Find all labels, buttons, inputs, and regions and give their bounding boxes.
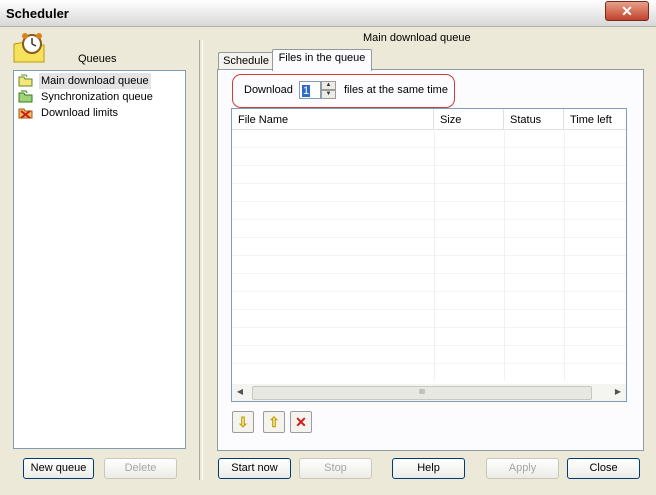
table-column-line: [434, 129, 435, 381]
window-title: Scheduler: [6, 6, 69, 21]
delete-button[interactable]: Delete: [104, 458, 177, 479]
tab-files-in-queue[interactable]: Files in the queue: [272, 49, 372, 71]
scrollbar-thumb[interactable]: III: [252, 386, 592, 400]
queue-item-label: Main download queue: [39, 73, 151, 89]
start-now-button[interactable]: Start now: [218, 458, 291, 479]
concurrent-downloads-group: Download 1 ▲ ▼ files at the same time: [232, 74, 455, 108]
move-up-button[interactable]: ⇧: [263, 411, 285, 433]
scroll-left-arrow-icon[interactable]: ◀: [235, 387, 245, 396]
download-suffix-label: files at the same time: [344, 84, 448, 96]
table-gridline: [232, 363, 626, 364]
table-gridline: [232, 309, 626, 310]
table-gridline: [232, 273, 626, 274]
column-header-size[interactable]: Size: [434, 109, 504, 129]
table-gridline: [232, 183, 626, 184]
queue-heading: Main download queue: [363, 32, 471, 44]
move-down-icon: ⇩: [237, 414, 249, 430]
scheduler-window: Scheduler ✕ Queues Main download queue S…: [0, 0, 656, 495]
scroll-right-arrow-icon[interactable]: ▶: [613, 387, 623, 396]
spin-down-button[interactable]: ▼: [321, 90, 336, 99]
table-header: File Name Size Status Time left: [232, 109, 626, 130]
remove-icon: ✕: [295, 414, 307, 430]
table-gridline: [232, 327, 626, 328]
table-gridline: [232, 237, 626, 238]
stop-button[interactable]: Stop: [299, 458, 372, 479]
download-prefix-label: Download: [244, 84, 293, 96]
download-limits-icon: [18, 108, 33, 119]
concurrent-downloads-value: 1: [302, 85, 311, 97]
queue-item-label: Download limits: [41, 107, 119, 119]
queues-heading: Queues: [78, 53, 117, 65]
concurrent-downloads-input[interactable]: 1: [299, 81, 321, 99]
queue-item-label: Synchronization queue: [41, 91, 153, 103]
help-button[interactable]: Help: [392, 458, 465, 479]
table-gridline: [232, 255, 626, 256]
close-button[interactable]: Close: [567, 458, 640, 479]
remove-button[interactable]: ✕: [290, 411, 312, 433]
horizontal-scrollbar[interactable]: ◀ III ▶: [232, 384, 626, 401]
spin-up-button[interactable]: ▲: [321, 81, 336, 90]
table-gridline: [232, 201, 626, 202]
files-table[interactable]: File Name Size Status Time left ◀ III ▶: [231, 108, 627, 402]
pane-divider[interactable]: [199, 40, 203, 480]
move-up-icon: ⇧: [268, 414, 280, 430]
column-header-file-name[interactable]: File Name: [232, 109, 434, 129]
table-gridline: [232, 147, 626, 148]
new-queue-button[interactable]: New queue: [23, 458, 94, 479]
apply-button[interactable]: Apply: [486, 458, 559, 479]
table-column-line: [564, 129, 565, 381]
scheduler-clock-icon: [13, 33, 45, 63]
table-column-line: [504, 129, 505, 381]
close-window-button[interactable]: ✕: [605, 1, 649, 21]
move-down-button[interactable]: ⇩: [232, 411, 254, 433]
queue-folder-icon: [18, 74, 33, 87]
table-gridline: [232, 291, 626, 292]
table-gridline: [232, 219, 626, 220]
title-bar[interactable]: Scheduler ✕: [0, 0, 656, 27]
table-gridline: [232, 165, 626, 166]
column-header-status[interactable]: Status: [504, 109, 564, 129]
queue-list[interactable]: Main download queue Synchronization queu…: [13, 70, 186, 449]
tab-schedule[interactable]: Schedule: [218, 52, 274, 70]
column-header-time-left[interactable]: Time left: [564, 109, 626, 129]
table-gridline: [232, 345, 626, 346]
sync-queue-icon: [18, 90, 33, 103]
